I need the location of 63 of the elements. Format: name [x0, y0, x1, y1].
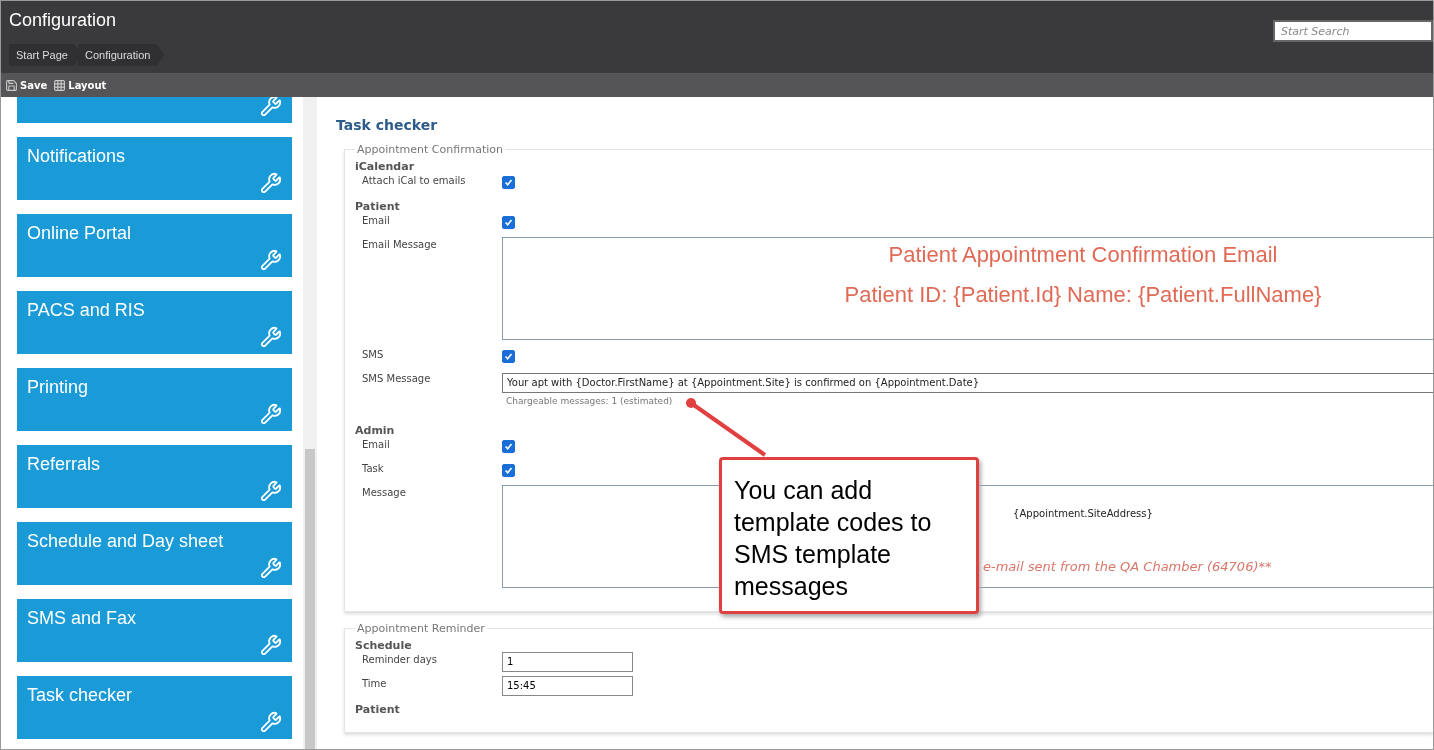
chargeable-note: Chargeable messages: 1 (estimated)	[506, 395, 674, 406]
grid-icon	[53, 78, 67, 92]
subgroup-heading: Patient	[355, 702, 401, 716]
wrench-icon	[260, 172, 282, 194]
wrench-icon	[260, 634, 282, 656]
field-label: SMS	[361, 348, 385, 360]
sidebar-tile[interactable]: Printing	[17, 368, 292, 431]
field-label: Reminder days	[361, 652, 438, 665]
search-field[interactable]: Start Search	[1273, 20, 1433, 42]
sidebar-tile[interactable]: Notifications	[17, 137, 292, 200]
callout-box: You can add template codes to SMS template messages	[719, 457, 979, 614]
message-text: Patient Appointment Confirmation Email	[887, 242, 1279, 268]
wrench-icon	[260, 326, 282, 348]
message-text: Patient ID: {Patient.Id} Name: {Patient.FullName}	[843, 282, 1323, 308]
message-editor[interactable]: Patient Appointment Confirmation Email Patient ID: {Patient.Id} Name: {Patient.FullName}	[502, 237, 1433, 340]
group-legend: Appointment Confirmation	[355, 143, 505, 156]
subgroup-heading: iCalendar	[355, 160, 416, 173]
breadcrumb[interactable]: Configuration	[78, 44, 165, 66]
check-icon	[504, 441, 513, 451]
scrollbar[interactable]	[303, 97, 317, 749]
subgroup-heading: Patient	[355, 200, 401, 213]
wrench-icon	[260, 480, 282, 502]
save-icon	[5, 78, 18, 92]
check-icon	[504, 465, 513, 475]
message-text: {Appointment.SiteAddress}	[1012, 507, 1154, 519]
subgroup-heading: Admin	[355, 423, 396, 437]
sidebar-tile[interactable]: PACS and RIS	[17, 291, 292, 354]
wrench-icon	[260, 249, 282, 271]
section-title: Task checker	[336, 117, 439, 133]
check-icon	[504, 178, 513, 187]
sidebar-tile[interactable]: Online Portal	[17, 214, 292, 277]
sidebar-tile[interactable]: Schedule and Day sheet	[17, 522, 292, 585]
field-label: SMS Message	[361, 372, 432, 384]
checkbox[interactable]	[502, 439, 515, 453]
field-label: Email	[361, 214, 391, 226]
wrench-icon	[260, 711, 282, 733]
message-text: e-mail sent from the QA Chamber (64706)**	[983, 558, 1273, 574]
group-legend: Appointment Reminder	[355, 621, 487, 635]
field-label: Message	[361, 485, 407, 498]
check-icon	[504, 218, 513, 227]
toolbar-button[interactable]: Layout	[53, 78, 107, 92]
field-label: Email	[361, 437, 391, 450]
input-field[interactable]: 15:45	[502, 675, 633, 696]
wrench-icon	[260, 97, 282, 117]
field-label: Time	[361, 676, 388, 689]
field-label: Task	[361, 461, 385, 474]
checkbox[interactable]	[502, 350, 515, 363]
check-icon	[504, 352, 513, 361]
sms-message-field[interactable]: Your apt with {Doctor.FirstName} at {Appointment.Site} is confirmed on {Appointment.Date}	[502, 372, 1433, 393]
subgroup-heading: Schedule	[355, 638, 413, 652]
checkbox[interactable]	[502, 216, 515, 229]
page-title: Configuration	[9, 10, 118, 31]
sidebar-tile[interactable]: Referrals	[17, 445, 292, 508]
input-field[interactable]: 1	[502, 651, 633, 672]
sidebar-tile[interactable]: SMS and Fax	[17, 599, 292, 662]
field-label: Attach iCal to emails	[361, 174, 467, 186]
toolbar-button[interactable]: Save	[5, 78, 48, 92]
checkbox[interactable]	[502, 463, 515, 477]
wrench-icon	[260, 403, 282, 425]
checkbox[interactable]	[502, 176, 515, 189]
field-label: Email Message	[361, 238, 438, 250]
wrench-icon	[260, 557, 282, 579]
sidebar-tile[interactable]: Task checker	[17, 676, 292, 739]
